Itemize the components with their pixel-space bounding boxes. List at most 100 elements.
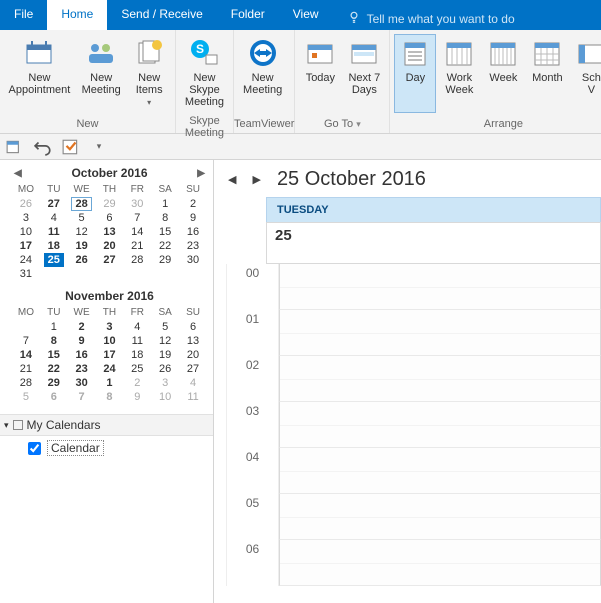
date-cell[interactable]: 4 [123, 320, 151, 334]
date-cell[interactable]: 5 [12, 390, 40, 404]
today-button[interactable]: Today [299, 34, 341, 113]
date-cell[interactable]: 12 [151, 334, 179, 348]
prev-month-button[interactable]: ◀ [14, 168, 22, 179]
calendar-group-header[interactable]: ▾ My Calendars [0, 414, 213, 436]
date-cell[interactable]: 7 [68, 390, 96, 404]
date-cell[interactable]: 2 [123, 376, 151, 390]
date-cell[interactable]: 24 [12, 253, 40, 267]
date-cell[interactable]: 8 [96, 390, 124, 404]
date-cell[interactable]: 1 [151, 197, 179, 211]
date-cell[interactable]: 13 [179, 334, 207, 348]
date-cell[interactable]: 8 [151, 211, 179, 225]
date-cell[interactable]: 29 [40, 376, 68, 390]
date-cell[interactable]: 6 [179, 320, 207, 334]
date-cell[interactable]: 12 [68, 225, 96, 239]
date-cell[interactable]: 5 [68, 211, 96, 225]
date-cell[interactable]: 21 [12, 362, 40, 376]
next-month-button[interactable]: ▶ [197, 168, 205, 179]
date-cell[interactable]: 11 [179, 390, 207, 404]
tell-me-search[interactable]: Tell me what you want to do [333, 0, 525, 30]
date-cell[interactable]: 26 [68, 253, 96, 267]
date-cell[interactable]: 20 [179, 348, 207, 362]
week-view-button[interactable]: Week [482, 34, 524, 113]
teamviewer-meeting-button[interactable]: NewMeeting [238, 34, 287, 113]
date-cell[interactable]: 9 [123, 390, 151, 404]
date-cell[interactable]: 28 [12, 376, 40, 390]
date-cell[interactable]: 19 [68, 239, 96, 253]
day-view-button[interactable]: Day [394, 34, 436, 113]
date-cell[interactable]: 15 [151, 225, 179, 239]
time-slot[interactable] [279, 356, 601, 402]
date-cell[interactable]: 19 [151, 348, 179, 362]
date-cell[interactable]: 6 [96, 211, 124, 225]
date-cell[interactable]: 7 [123, 211, 151, 225]
next-day-button[interactable]: ▶ [252, 173, 260, 186]
date-cell[interactable]: 16 [68, 348, 96, 362]
date-cell[interactable]: 11 [40, 225, 68, 239]
new-meeting-button[interactable]: NewMeeting [77, 34, 126, 113]
date-cell[interactable]: 11 [123, 334, 151, 348]
date-cell[interactable]: 25 [123, 362, 151, 376]
calendar-list-item[interactable]: Calendar [0, 436, 213, 460]
date-cell[interactable]: 10 [12, 225, 40, 239]
date-cell[interactable]: 29 [151, 253, 179, 267]
date-cell[interactable]: 28 [123, 253, 151, 267]
date-cell[interactable]: 4 [179, 376, 207, 390]
work-week-view-button[interactable]: WorkWeek [438, 34, 480, 113]
date-cell[interactable]: 30 [123, 197, 151, 211]
date-cell[interactable]: 14 [123, 225, 151, 239]
month-view-button[interactable]: Month [526, 34, 568, 113]
date-cell[interactable]: 27 [40, 197, 68, 211]
date-cell[interactable]: 31 [12, 267, 40, 281]
date-cell[interactable]: 2 [68, 320, 96, 334]
calendar-checkbox[interactable] [28, 442, 41, 455]
date-cell[interactable]: 15 [40, 348, 68, 362]
prev-day-button[interactable]: ◀ [228, 173, 236, 186]
date-cell[interactable]: 26 [12, 197, 40, 211]
date-cell[interactable]: 22 [151, 239, 179, 253]
date-cell[interactable]: 17 [96, 348, 124, 362]
date-cell[interactable]: 14 [12, 348, 40, 362]
date-cell[interactable]: 1 [40, 320, 68, 334]
date-cell[interactable]: 24 [96, 362, 124, 376]
date-cell[interactable]: 21 [123, 239, 151, 253]
date-cell[interactable]: 8 [40, 334, 68, 348]
next-7-days-button[interactable]: Next 7Days [343, 34, 385, 113]
date-cell[interactable]: 30 [179, 253, 207, 267]
date-cell[interactable]: 26 [151, 362, 179, 376]
date-cell[interactable]: 7 [12, 334, 40, 348]
tab-home[interactable]: Home [47, 0, 107, 30]
time-slot[interactable] [279, 494, 601, 540]
date-cell[interactable]: 4 [40, 211, 68, 225]
undo-button[interactable] [34, 138, 52, 156]
qat-item-1[interactable] [6, 138, 24, 156]
date-cell[interactable]: 18 [123, 348, 151, 362]
date-cell[interactable]: 27 [179, 362, 207, 376]
date-cell[interactable]: 16 [179, 225, 207, 239]
date-cell[interactable]: 9 [179, 211, 207, 225]
date-cell[interactable]: 23 [179, 239, 207, 253]
qat-customize[interactable]: ▾ [90, 138, 108, 156]
date-cell[interactable]: 17 [12, 239, 40, 253]
date-cell[interactable]: 25 [40, 253, 68, 267]
date-cell[interactable]: 22 [40, 362, 68, 376]
tab-folder[interactable]: Folder [217, 0, 279, 30]
date-cell[interactable]: 23 [68, 362, 96, 376]
date-cell[interactable]: 13 [96, 225, 124, 239]
all-day-area[interactable]: 25 [266, 222, 601, 264]
date-cell[interactable]: 10 [96, 334, 124, 348]
new-appointment-button[interactable]: NewAppointment [4, 34, 75, 113]
qat-item-3[interactable] [62, 138, 80, 156]
date-cell[interactable]: 6 [40, 390, 68, 404]
date-cell[interactable]: 20 [96, 239, 124, 253]
date-cell[interactable]: 27 [96, 253, 124, 267]
date-cell[interactable]: 30 [68, 376, 96, 390]
date-cell[interactable]: 9 [68, 334, 96, 348]
time-slot[interactable] [279, 310, 601, 356]
date-cell[interactable]: 10 [151, 390, 179, 404]
new-skype-meeting-button[interactable]: S New SkypeMeeting [180, 34, 229, 113]
date-cell[interactable]: 3 [12, 211, 40, 225]
time-slot[interactable] [279, 264, 601, 310]
date-cell[interactable]: 29 [96, 197, 124, 211]
date-cell[interactable]: 5 [151, 320, 179, 334]
